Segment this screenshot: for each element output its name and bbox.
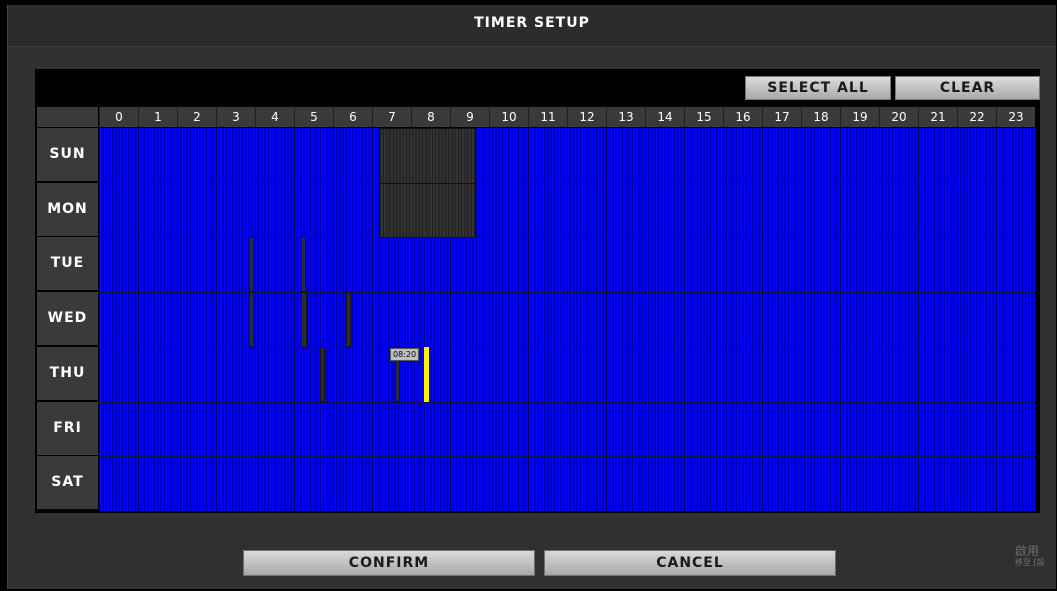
hour-label-20: 20 [879, 107, 918, 127]
watermark-line-1: 啟用 [1015, 544, 1040, 558]
hour-divider [333, 128, 334, 511]
hour-header: 0 1 2 3 4 5 6 7 8 9 10 11 12 13 14 15 16 17 18 19 20 21 22 23 [99, 107, 1035, 127]
hour-divider [606, 128, 607, 511]
time-cursor[interactable] [424, 347, 429, 402]
day-label-sun[interactable]: SUN [37, 128, 98, 181]
hour-label-8: 8 [411, 107, 450, 127]
day-label-sat[interactable]: SAT [37, 456, 98, 510]
hour-label-9: 9 [450, 107, 489, 127]
hour-divider [645, 128, 646, 511]
day-label-fri[interactable]: FRI [37, 401, 98, 455]
hour-divider [723, 128, 724, 511]
hour-label-19: 19 [840, 107, 879, 127]
hour-label-11: 11 [528, 107, 567, 127]
hour-label-22: 22 [957, 107, 996, 127]
selected-slot-mon[interactable] [378, 183, 476, 238]
hour-label-4: 4 [255, 107, 294, 127]
timer-setup-dialog: TIMER SETUP SELECT ALL CLEAR 01234567891… [7, 5, 1056, 589]
hour-divider [996, 128, 997, 511]
day-label-thu[interactable]: THU [37, 346, 98, 400]
hour-label-1: 1 [138, 107, 177, 127]
os-watermark: 啟用 移至 [設 [1015, 545, 1055, 568]
hour-divider [684, 128, 685, 511]
hour-divider [216, 128, 217, 511]
hour-divider [255, 128, 256, 511]
hour-divider [528, 128, 529, 511]
hour-divider [294, 128, 295, 511]
hour-label-23: 23 [996, 107, 1035, 127]
hour-label-5: 5 [294, 107, 333, 127]
screen: TIMER SETUP SELECT ALL CLEAR 01234567891… [0, 0, 1057, 591]
day-divider [99, 456, 1035, 457]
hour-divider [762, 128, 763, 511]
dialog-title: TIMER SETUP [8, 5, 1056, 47]
hour-label-6: 6 [333, 107, 372, 127]
confirm-button[interactable]: CONFIRM [243, 550, 535, 576]
hour-label-16: 16 [723, 107, 762, 127]
day-divider [99, 292, 1035, 293]
clear-button[interactable]: CLEAR [895, 76, 1040, 100]
day-divider [99, 347, 1035, 348]
hour-label-17: 17 [762, 107, 801, 127]
select-all-button[interactable]: SELECT ALL [745, 76, 891, 100]
hour-label-21: 21 [918, 107, 957, 127]
day-divider [99, 183, 1035, 184]
hour-label-13: 13 [606, 107, 645, 127]
selected-slot-wed[interactable] [248, 292, 254, 347]
day-divider [99, 402, 1035, 403]
hour-label-14: 14 [645, 107, 684, 127]
hour-label-18: 18 [801, 107, 840, 127]
selected-slot-wed[interactable] [346, 292, 351, 347]
selected-slot-tue[interactable] [300, 237, 306, 292]
hour-divider [918, 128, 919, 511]
hour-label-15: 15 [684, 107, 723, 127]
hour-label-7: 7 [372, 107, 411, 127]
hour-divider [879, 128, 880, 511]
day-label-tue[interactable]: TUE [37, 237, 98, 291]
selected-slot-wed[interactable] [300, 292, 307, 347]
cancel-button[interactable]: CANCEL [544, 550, 836, 576]
cursor-time-tooltip: 08:20 [390, 348, 420, 361]
hour-divider [840, 128, 841, 511]
day-label-wed[interactable]: WED [37, 292, 98, 346]
hour-divider [138, 128, 139, 511]
hour-divider [567, 128, 568, 511]
hour-divider [177, 128, 178, 511]
hour-divider [957, 128, 958, 511]
watermark-line-2: 移至 [設 [1015, 558, 1045, 567]
day-label-mon[interactable]: MON [37, 182, 98, 236]
selected-slot-tue[interactable] [248, 237, 254, 292]
hour-label-12: 12 [567, 107, 606, 127]
selected-slot-thu[interactable] [320, 347, 325, 402]
grid-corner [37, 107, 98, 127]
hour-label-0: 0 [99, 107, 138, 127]
hour-label-10: 10 [489, 107, 528, 127]
hour-label-3: 3 [216, 107, 255, 127]
hour-divider [801, 128, 802, 511]
schedule-frame: SELECT ALL CLEAR 0 1 2 3 4 5 6 7 8 9 10 11 12 13 14 15 1… [35, 69, 1040, 513]
hour-label-2: 2 [177, 107, 216, 127]
schedule-grid[interactable]: 08:20 [99, 128, 1035, 511]
hour-divider [372, 128, 373, 511]
day-divider [99, 237, 1035, 238]
hour-divider [489, 128, 490, 511]
